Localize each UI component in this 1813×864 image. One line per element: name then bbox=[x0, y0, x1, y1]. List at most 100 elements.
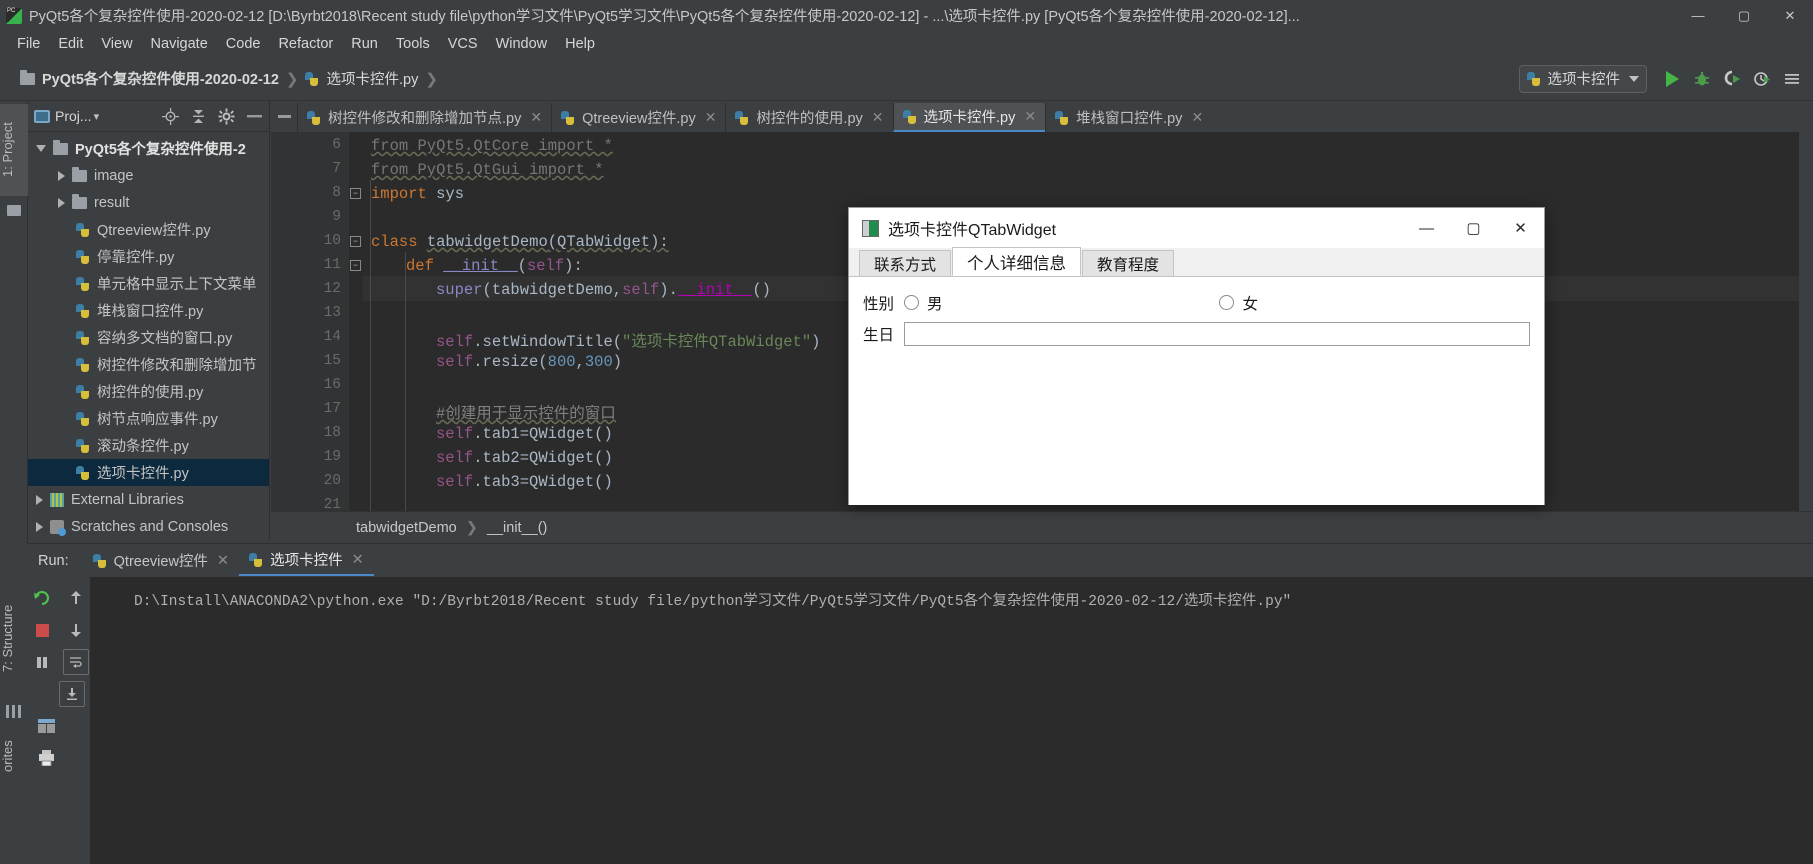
sidebar-tab-project[interactable]: 1: Project bbox=[0, 104, 28, 196]
breadcrumb-project[interactable]: PyQt5各个复杂控件使用-2020-02-12 bbox=[20, 68, 279, 89]
print-icon[interactable] bbox=[33, 745, 59, 771]
tree-item-image[interactable]: image bbox=[28, 162, 269, 189]
dialog-tab-education[interactable]: 教育程度 bbox=[1082, 250, 1175, 276]
scroll-to-end-icon[interactable] bbox=[59, 681, 85, 707]
run-tab-0[interactable]: Qtreeview控件 ✕ bbox=[83, 545, 239, 576]
menu-tools[interactable]: Tools bbox=[387, 34, 439, 54]
menu-edit[interactable]: Edit bbox=[49, 34, 92, 54]
menu-view[interactable]: View bbox=[92, 34, 141, 54]
run-coverage-icon[interactable] bbox=[1717, 64, 1747, 94]
project-panel-header: Proj... ▾ bbox=[28, 101, 269, 132]
rerun-icon[interactable] bbox=[29, 585, 55, 611]
close-icon[interactable]: ✕ bbox=[1191, 109, 1203, 126]
editor-tab-2[interactable]: 树控件的使用.py ✕ bbox=[725, 103, 892, 132]
fold-toggle-icon[interactable]: − bbox=[350, 236, 361, 247]
settings-gear-icon[interactable] bbox=[217, 107, 235, 125]
editor-tab-0[interactable]: 树控件修改和删除增加节点.py ✕ bbox=[297, 103, 551, 132]
menu-refactor[interactable]: Refactor bbox=[269, 34, 342, 54]
close-icon[interactable]: ✕ bbox=[217, 553, 229, 569]
tree-item-result[interactable]: result bbox=[28, 189, 269, 216]
breadcrumb-method[interactable]: __init__() bbox=[487, 520, 547, 536]
folder-icon[interactable] bbox=[7, 205, 21, 216]
scroll-up-icon[interactable] bbox=[63, 585, 89, 611]
run-console-output[interactable]: D:\Install\ANACONDA2\python.exe "D:/Byrb… bbox=[90, 577, 1813, 864]
tree-item-file-selected[interactable]: 选项卡控件.py bbox=[28, 459, 269, 486]
chevron-right-icon[interactable] bbox=[58, 197, 65, 208]
python-file-icon bbox=[76, 303, 91, 319]
grid-icon[interactable] bbox=[33, 713, 59, 739]
menu-run[interactable]: Run bbox=[342, 34, 387, 54]
locate-icon[interactable] bbox=[161, 107, 179, 125]
sidebar-tab-favorites[interactable]: orites bbox=[0, 723, 28, 789]
hide-panel-icon[interactable] bbox=[245, 107, 263, 125]
qtabwidget-dialog[interactable]: 选项卡控件QTabWidget — ▢ ✕ 联系方式 个人详细信息 教育程度 性… bbox=[848, 207, 1545, 505]
birthday-input[interactable] bbox=[904, 321, 1530, 346]
editor-tab-1[interactable]: Qtreeview控件.py ✕ bbox=[551, 103, 725, 132]
collapse-all-icon[interactable] bbox=[189, 107, 207, 125]
fold-toggle-icon[interactable]: − bbox=[350, 188, 361, 199]
stop-icon[interactable] bbox=[29, 617, 55, 643]
dialog-maximize-button[interactable]: ▢ bbox=[1450, 208, 1497, 248]
dialog-tab-contact[interactable]: 联系方式 bbox=[859, 250, 952, 276]
radio-male[interactable] bbox=[904, 295, 920, 310]
tree-item-file[interactable]: 单元格中显示上下文菜单 bbox=[28, 270, 269, 297]
breadcrumb-class[interactable]: tabwidgetDemo bbox=[356, 520, 457, 536]
python-file-icon bbox=[76, 438, 91, 454]
tree-item-external-libraries[interactable]: External Libraries bbox=[28, 486, 269, 513]
run-configuration-selector[interactable]: 选项卡控件 bbox=[1518, 64, 1647, 93]
tree-item-file[interactable]: 停靠控件.py bbox=[28, 243, 269, 270]
chevron-down-icon[interactable] bbox=[36, 145, 46, 152]
tree-item-file[interactable]: 滚动条控件.py bbox=[28, 432, 269, 459]
soft-wrap-icon[interactable] bbox=[63, 649, 89, 675]
menu-file[interactable]: File bbox=[8, 34, 49, 54]
dialog-tab-personal-details[interactable]: 个人详细信息 bbox=[952, 247, 1082, 276]
debug-icon[interactable] bbox=[1687, 64, 1717, 94]
pause-icon[interactable] bbox=[29, 649, 55, 675]
library-icon bbox=[50, 492, 64, 507]
menu-code[interactable]: Code bbox=[217, 34, 270, 54]
dialog-minimize-button[interactable]: — bbox=[1403, 208, 1450, 248]
menu-help[interactable]: Help bbox=[556, 34, 604, 54]
close-button[interactable]: ✕ bbox=[1767, 0, 1813, 31]
male-label: 男 bbox=[927, 295, 943, 313]
profile-icon[interactable] bbox=[1747, 64, 1777, 94]
hide-panel-icon[interactable] bbox=[271, 101, 297, 132]
radio-female[interactable] bbox=[1219, 295, 1235, 310]
dialog-content: 性别 男 女 生日 bbox=[849, 277, 1544, 505]
sidebar-tab-structure[interactable]: 7: Structure bbox=[0, 583, 28, 693]
chevron-right-icon[interactable] bbox=[36, 494, 43, 505]
project-panel-label[interactable]: Proj... bbox=[55, 108, 92, 124]
tree-item-file[interactable]: 堆栈窗口控件.py bbox=[28, 297, 269, 324]
tree-item-scratches[interactable]: Scratches and Consoles bbox=[28, 513, 269, 540]
run-tab-1-active[interactable]: 选项卡控件 ✕ bbox=[239, 545, 374, 576]
fold-toggle-icon[interactable]: − bbox=[350, 260, 361, 271]
menu-vcs[interactable]: VCS bbox=[439, 34, 487, 54]
menu-navigate[interactable]: Navigate bbox=[142, 34, 217, 54]
run-icon[interactable] bbox=[1657, 64, 1687, 94]
chevron-down-icon[interactable]: ▾ bbox=[94, 110, 100, 123]
layout-icon[interactable] bbox=[6, 705, 21, 718]
tree-item-file[interactable]: 容纳多文档的窗口.py bbox=[28, 324, 269, 351]
maximize-button[interactable]: ▢ bbox=[1721, 0, 1767, 31]
menu-window[interactable]: Window bbox=[487, 34, 557, 54]
tree-item-file[interactable]: 树控件的使用.py bbox=[28, 378, 269, 405]
more-options-icon[interactable] bbox=[1777, 64, 1807, 94]
scroll-down-icon[interactable] bbox=[63, 617, 89, 643]
close-icon[interactable]: ✕ bbox=[530, 109, 542, 126]
close-icon[interactable]: ✕ bbox=[872, 109, 884, 126]
editor-vertical-scrollbar[interactable] bbox=[1799, 132, 1813, 511]
minimize-button[interactable]: — bbox=[1675, 0, 1721, 31]
tree-item-project-root[interactable]: PyQt5各个复杂控件使用-2 bbox=[28, 135, 269, 162]
close-icon[interactable]: ✕ bbox=[1024, 108, 1036, 125]
editor-tab-3-active[interactable]: 选项卡控件.py ✕ bbox=[892, 103, 1046, 132]
chevron-right-icon[interactable] bbox=[58, 170, 65, 181]
close-icon[interactable]: ✕ bbox=[352, 552, 364, 568]
tree-item-file[interactable]: 树控件修改和删除增加节 bbox=[28, 351, 269, 378]
editor-tab-4[interactable]: 堆栈窗口控件.py ✕ bbox=[1045, 103, 1212, 132]
tree-item-file[interactable]: 树节点响应事件.py bbox=[28, 405, 269, 432]
close-icon[interactable]: ✕ bbox=[705, 109, 717, 126]
tree-item-file[interactable]: Qtreeview控件.py bbox=[28, 216, 269, 243]
breadcrumb-file[interactable]: 选项卡控件.py bbox=[305, 68, 418, 89]
chevron-right-icon[interactable] bbox=[36, 521, 43, 532]
dialog-close-button[interactable]: ✕ bbox=[1497, 208, 1544, 248]
